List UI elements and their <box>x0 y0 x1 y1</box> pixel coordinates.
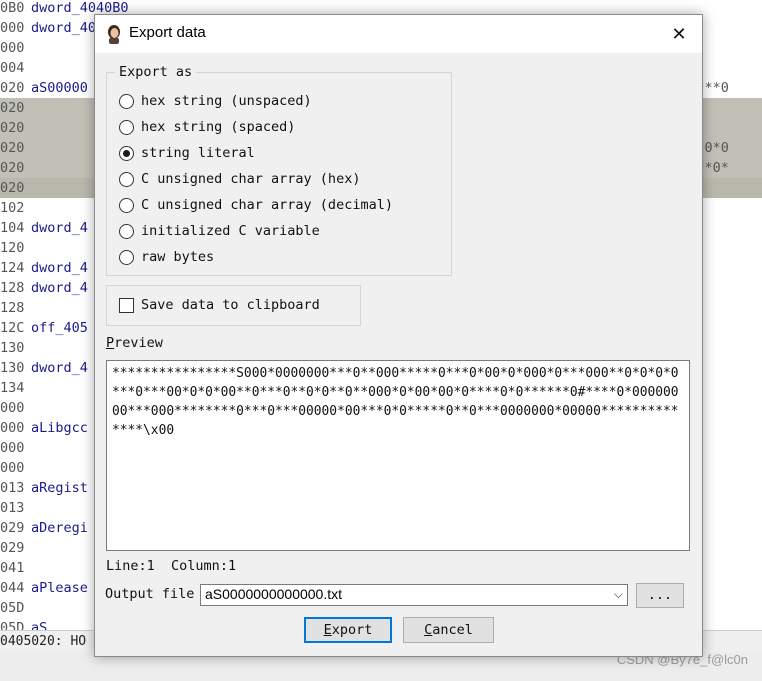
radio-button[interactable] <box>119 171 134 187</box>
export-option-radio[interactable]: C unsigned char array (decimal) <box>119 195 393 215</box>
radio-button[interactable] <box>119 119 134 135</box>
export-button[interactable]: Export <box>304 617 392 643</box>
listing-symbol: off_405 <box>31 320 88 336</box>
export-option-label: hex string (spaced) <box>141 119 296 135</box>
output-file-value[interactable]: aS0000000000000.txt <box>205 586 342 602</box>
listing-symbol: dword_4 <box>31 220 88 236</box>
export-option-radio[interactable]: raw bytes <box>119 247 214 267</box>
export-data-dialog: Export data ✕ Export as hex string (unsp… <box>94 14 703 657</box>
listing-address: 000 <box>0 460 25 476</box>
listing-address: 120 <box>0 240 25 256</box>
listing-address: 000 <box>0 420 25 436</box>
radio-button[interactable] <box>119 197 134 213</box>
export-option-label: hex string (unspaced) <box>141 93 312 109</box>
listing-symbol: aLibgcc <box>31 420 88 436</box>
export-option-radio[interactable]: C unsigned char array (hex) <box>119 169 360 189</box>
listing-address: 013 <box>0 500 25 516</box>
radio-button[interactable] <box>119 249 134 265</box>
export-option-label: C unsigned char array (hex) <box>141 171 361 187</box>
listing-address: 020 <box>0 80 25 96</box>
status-text: 0405020: HO <box>0 634 87 649</box>
listing-address: 124 <box>0 260 25 276</box>
export-option-label: initialized C variable <box>141 223 320 239</box>
export-option-label: raw bytes <box>141 249 215 265</box>
listing-address: 020 <box>0 120 25 136</box>
listing-symbol: aPlease <box>31 580 88 596</box>
browse-button[interactable]: ... <box>636 583 684 608</box>
listing-address: 029 <box>0 520 25 536</box>
listing-symbol: dword_4 <box>31 360 88 376</box>
listing-symbol: dword_4 <box>31 260 88 276</box>
dialog-title-bar[interactable]: Export data ✕ <box>95 15 702 53</box>
export-as-group: Export as hex string (unspaced) hex strin… <box>106 64 452 276</box>
listing-address: 013 <box>0 480 25 496</box>
cancel-button[interactable]: Cancel <box>403 617 494 643</box>
preview-textarea[interactable]: ****************S000*0000000***0**000***… <box>106 360 690 551</box>
column-value: 1 <box>227 558 237 574</box>
listing-address: 020 <box>0 180 25 196</box>
ida-app-icon <box>108 25 120 44</box>
listing-address: 020 <box>0 100 25 116</box>
column-label: Column: <box>171 558 228 574</box>
listing-symbol: aRegist <box>31 480 88 496</box>
listing-address: 000 <box>0 440 25 456</box>
listing-symbol: dword_4 <box>31 280 88 296</box>
listing-address: 104 <box>0 220 25 236</box>
export-option-radio[interactable]: hex string (unspaced) <box>119 91 312 111</box>
listing-address: 000 <box>0 40 25 56</box>
listing-address: 12C <box>0 320 25 336</box>
preview-label: Preview <box>106 335 163 351</box>
listing-symbol: aDeregi <box>31 520 88 536</box>
save-to-clipboard-checkbox[interactable]: Save data to clipboard <box>119 297 320 313</box>
listing-symbol: aS00000 <box>31 80 88 96</box>
line-column-indicator: Line:1 Column:1 <box>106 558 236 574</box>
listing-address: 130 <box>0 340 25 356</box>
radio-button[interactable] <box>119 145 134 161</box>
chevron-down-icon[interactable]: ⌵ <box>614 587 623 602</box>
dialog-title: Export data <box>129 24 206 41</box>
listing-address: 102 <box>0 200 25 216</box>
listing-address: 020 <box>0 160 25 176</box>
close-button[interactable]: ✕ <box>656 15 702 53</box>
listing-address: 029 <box>0 540 25 556</box>
listing-address: 134 <box>0 380 25 396</box>
export-option-label: string literal <box>141 145 255 161</box>
export-as-legend: Export as <box>115 64 197 80</box>
listing-address: 000 <box>0 20 25 36</box>
listing-address: 128 <box>0 300 25 316</box>
export-option-radio[interactable]: hex string (spaced) <box>119 117 295 137</box>
listing-address: 000 <box>0 400 25 416</box>
listing-address: 020 <box>0 140 25 156</box>
export-option-label: C unsigned char array (decimal) <box>141 197 393 213</box>
output-file-label: Output file <box>105 586 195 602</box>
line-label: Line: <box>106 558 147 574</box>
save-to-clipboard-label: Save data to clipboard <box>141 297 320 313</box>
close-icon: ✕ <box>671 23 687 45</box>
listing-address: 128 <box>0 280 25 296</box>
output-file-combobox[interactable]: aS0000000000000.txt ⌵ <box>200 584 628 606</box>
listing-address: 0B0 <box>0 0 25 16</box>
radio-button[interactable] <box>119 223 134 239</box>
radio-button[interactable] <box>119 93 134 109</box>
listing-address: 044 <box>0 580 25 596</box>
listing-address: 041 <box>0 560 25 576</box>
listing-address: 05D <box>0 600 25 616</box>
listing-address: 004 <box>0 60 25 76</box>
clipboard-group: Save data to clipboard <box>106 285 361 326</box>
export-option-radio[interactable]: initialized C variable <box>119 221 320 241</box>
listing-address: 130 <box>0 360 25 376</box>
export-option-radio[interactable]: string literal <box>119 143 255 163</box>
checkbox-box[interactable] <box>119 297 134 313</box>
line-value: 1 <box>146 558 155 574</box>
